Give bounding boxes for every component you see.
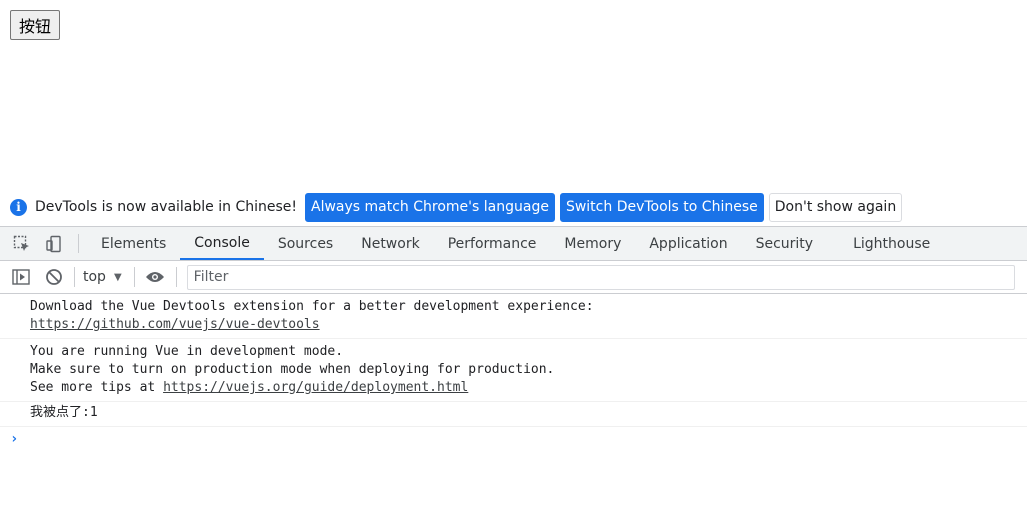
message-line: Make sure to turn on production mode whe… (30, 362, 555, 377)
console-messages: Download the Vue Devtools extension for … (0, 294, 1027, 451)
tab-security[interactable]: Security (742, 227, 828, 260)
message-line: Download the Vue Devtools extension for … (30, 299, 594, 314)
toolbar-divider (133, 267, 135, 287)
console-toolbar: top ▼ (0, 261, 1027, 294)
page-button[interactable]: 按钮 (10, 10, 61, 40)
info-icon: i (10, 198, 27, 216)
eye-icon[interactable] (139, 261, 172, 294)
clear-console-icon[interactable] (37, 261, 70, 294)
page: 按钮 i DevTools is now available in Chines… (0, 0, 1027, 508)
inspect-element-icon[interactable] (6, 227, 38, 260)
devtools-panel: i DevTools is now available in Chinese! … (0, 188, 1027, 508)
device-toggle-icon[interactable] (38, 227, 70, 260)
tabbar-divider (78, 234, 79, 253)
tab-elements[interactable]: Elements (87, 227, 180, 260)
vue-devtools-link[interactable]: https://github.com/vuejs/vue-devtools (30, 317, 320, 332)
sidebar-toggle-icon[interactable] (4, 261, 37, 294)
tab-memory[interactable]: Memory (550, 227, 635, 260)
always-match-language-button[interactable]: Always match Chrome's language (305, 192, 555, 222)
context-value: top (83, 269, 106, 285)
toolbar-divider (175, 267, 177, 287)
chevron-down-icon: ▼ (113, 271, 122, 283)
language-infobar: i DevTools is now available in Chinese! … (0, 188, 1027, 226)
filter-input[interactable] (186, 264, 1015, 290)
tab-console[interactable]: Console (180, 227, 264, 260)
context-selector[interactable]: top ▼ (79, 269, 130, 285)
console-prompt[interactable]: › (0, 427, 1027, 451)
deployment-guide-link[interactable]: https://vuejs.org/guide/deployment.html (163, 380, 468, 395)
toolbar-divider (74, 267, 75, 287)
prompt-caret-icon: › (10, 431, 19, 447)
console-message: Download the Vue Devtools extension for … (0, 294, 1027, 339)
tab-application[interactable]: Application (635, 227, 741, 260)
message-line: 我被点了:1 (30, 405, 98, 420)
tab-network[interactable]: Network (347, 227, 433, 260)
tab-lighthouse[interactable]: Lighthouse (827, 227, 944, 260)
message-line: See more tips at (30, 380, 164, 395)
message-line: You are running Vue in development mode. (30, 344, 344, 359)
switch-to-chinese-button[interactable]: Switch DevTools to Chinese (559, 192, 764, 222)
console-message: 我被点了:1 (0, 402, 1027, 427)
dont-show-again-button[interactable]: Don't show again (768, 192, 903, 222)
tab-performance[interactable]: Performance (434, 227, 551, 260)
tab-sources[interactable]: Sources (264, 227, 347, 260)
console-message: You are running Vue in development mode.… (0, 339, 1027, 402)
infobar-message: DevTools is now available in Chinese! (35, 199, 297, 215)
devtools-tabbar: Elements Console Sources Network Perform… (0, 226, 1027, 261)
